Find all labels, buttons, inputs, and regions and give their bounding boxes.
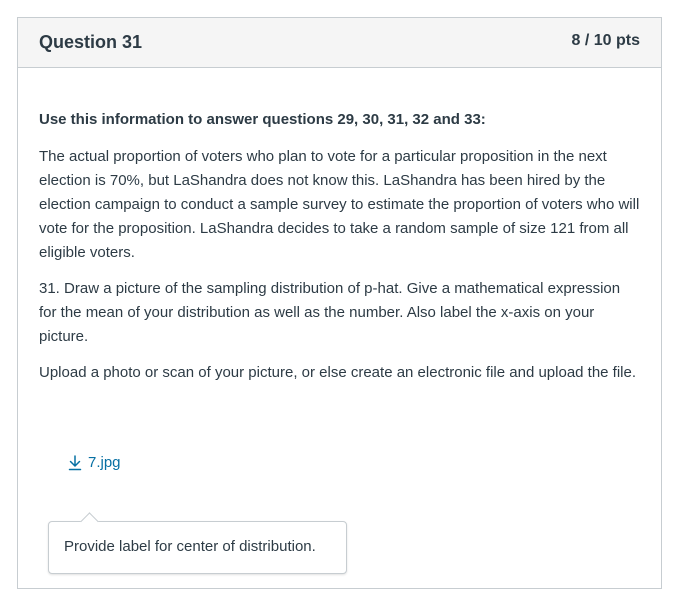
question-prompt: 31. Draw a picture of the sampling distr… bbox=[39, 280, 621, 345]
question-instructions: Upload a photo or scan of your picture, … bbox=[39, 364, 637, 381]
question-intro: Use this information to answer questions… bbox=[39, 111, 486, 128]
comment-text: Provide label for center of distribution… bbox=[64, 538, 316, 555]
download-icon bbox=[68, 454, 82, 471]
question-body: Use this information to answer questions… bbox=[18, 68, 661, 385]
question-context: The actual proportion of voters who plan… bbox=[39, 148, 640, 261]
question-card: Question 31 8 / 10 pts Use this informat… bbox=[17, 17, 662, 589]
comment-caret bbox=[80, 512, 99, 531]
grader-comment: Provide label for center of distribution… bbox=[48, 512, 347, 574]
question-title: Question 31 bbox=[39, 32, 143, 52]
question-header: Question 31 8 / 10 pts bbox=[18, 18, 661, 68]
question-points: 8 / 10 pts bbox=[571, 32, 640, 49]
attachment-link[interactable]: 7.jpg bbox=[68, 454, 121, 471]
attachment-filename: 7.jpg bbox=[88, 454, 121, 471]
